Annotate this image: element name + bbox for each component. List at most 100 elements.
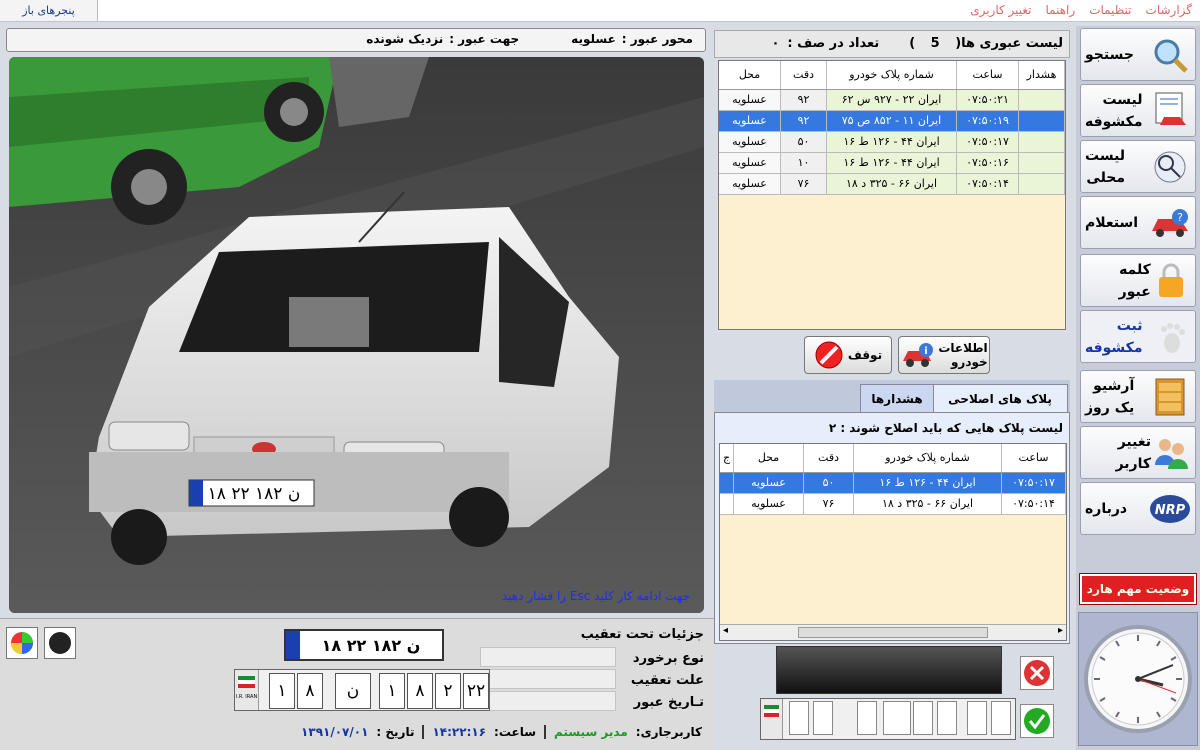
table-row[interactable]: ۰۷:۵۰:۱۶ ایران ۴۴ - ۱۲۶ ط ۱۶ ۱۰ عسلویه	[719, 152, 1065, 174]
reason-field[interactable]	[480, 669, 616, 689]
col-location[interactable]: محل	[719, 61, 781, 90]
archive-cabinet-icon	[1149, 376, 1191, 418]
svg-text:۱۸ ن ۱۸۲ ۲۲: ۱۸ ن ۱۸۲ ۲۲	[208, 484, 301, 504]
table-row[interactable]: ۰۷:۵۰:۱۴ ایران ۶۶ - ۳۲۵ د ۱۸ ۷۶ عسلویه	[719, 173, 1065, 195]
transit-list-grid: هشدار ساعت شماره پلاک خودرو دقت محل ۰۷:۵…	[718, 60, 1066, 330]
direction-value: نزدیک شونده	[366, 32, 444, 46]
col-time[interactable]: ساعت	[1001, 444, 1066, 473]
plate-preview	[776, 646, 1002, 694]
transit-header-row: هشدار ساعت شماره پلاک خودرو دقت محل	[719, 61, 1065, 90]
queue-value: ۰	[771, 36, 780, 51]
direction-label: جهت عبور :	[449, 32, 520, 46]
menu-settings[interactable]: تنظیمات	[1089, 3, 1131, 17]
correction-char-7[interactable]	[813, 701, 833, 735]
plate-char-4[interactable]: ۱	[379, 673, 405, 709]
correction-char-4[interactable]	[913, 701, 933, 735]
encounter-field[interactable]	[480, 647, 616, 667]
table-row-selected[interactable]: ۰۷:۵۰:۱۷ ایران ۴۴ - ۱۲۶ ط ۱۶ ۵۰ عسلویه	[720, 472, 1066, 494]
sidebar-item-archive[interactable]: آرشیو یک روز	[1080, 370, 1196, 423]
correction-list-grid: ساعت شماره پلاک خودرو دقت محل ج ۰۷:۵۰:۱۷…	[719, 443, 1067, 641]
tab-corrections[interactable]: پلاک های اصلاحی	[932, 384, 1068, 412]
camera-image: ۱۸ ن ۱۸۲ ۲۲ جهت ادامه کار کلید Esc را فش…	[9, 57, 704, 613]
col-location[interactable]: محل	[733, 444, 804, 473]
lock-icon	[1151, 260, 1191, 302]
disk-status-alert[interactable]: وضعیت مهم هارد	[1079, 573, 1197, 605]
checkmark-icon	[1024, 708, 1050, 734]
car-photo-icon: ۱۸ ن ۱۸۲ ۲۲	[9, 57, 704, 613]
iran-flag-strip	[761, 699, 783, 739]
menu-change-user[interactable]: تغییر کاربری	[970, 3, 1031, 17]
table-row[interactable]: ۰۷:۵۰:۱۴ ایران ۶۶ - ۳۲۵ د ۱۸ ۷۶ عسلویه	[720, 493, 1066, 515]
queue-label: تعداد در صف :	[787, 36, 880, 51]
col-plate[interactable]: شماره پلاک خودرو	[826, 61, 957, 90]
col-plate[interactable]: شماره پلاک خودرو	[853, 444, 1002, 473]
table-row-selected[interactable]: ۰۷:۵۰:۱۹ ایران ۱۱ - ۸۵۲ ص ۷۵ ۹۲ عسلویه	[719, 110, 1065, 132]
correction-list-title: لیست پلاک هایی که باید اصلاح شوند : ۲	[828, 421, 1063, 435]
correction-char-2[interactable]	[967, 701, 987, 735]
scrollbar-thumb[interactable]	[798, 627, 988, 638]
top-menu-bar: پنجرهای باز گزارشات تنظیمات راهنما تغییر…	[0, 0, 1200, 22]
sidebar-item-change-user[interactable]: تغییر کاربر	[1080, 426, 1196, 479]
tab-alerts[interactable]: هشدارها	[860, 384, 934, 412]
menu-help[interactable]: راهنما	[1046, 3, 1076, 17]
color-mode-button[interactable]	[6, 627, 38, 659]
status-bar: کاربرجاری: مدیر سیستم ساعت: ۱۴:۲۲:۱۶ تار…	[301, 725, 702, 739]
correction-char-1[interactable]	[991, 701, 1011, 735]
svg-text:i: i	[925, 346, 928, 357]
clock-panel	[1078, 612, 1198, 746]
plate-char-letter[interactable]: ن	[335, 673, 371, 709]
col-extra[interactable]: ج	[720, 444, 734, 473]
footprint-icon	[1149, 316, 1191, 358]
vehicle-info-button[interactable]: اطلاعات خودرو i	[898, 336, 990, 374]
transit-close-paren: )	[909, 36, 916, 51]
mono-mode-button[interactable]	[44, 627, 76, 659]
transit-list-header: لیست عبوری ها( 5 ) تعداد در صف : ۰	[714, 30, 1070, 58]
reject-button[interactable]	[1020, 656, 1054, 690]
time-label: ساعت:	[494, 725, 537, 739]
date-status-value: ۱۳۹۱/۰۷/۰۱	[301, 725, 369, 739]
correction-char-letter[interactable]	[883, 701, 911, 735]
col-accuracy[interactable]: دقت	[780, 61, 827, 90]
plate-char-2[interactable]: ۲	[435, 673, 461, 709]
document-car-icon	[1149, 90, 1191, 132]
correction-char-3[interactable]	[937, 701, 957, 735]
plate-crop: ۱۸ ن ۱۸۲ ۲۲	[284, 629, 444, 661]
col-alert[interactable]: هشدار	[1018, 61, 1065, 90]
correction-char-6[interactable]	[857, 701, 877, 735]
close-icon	[1024, 660, 1050, 686]
col-accuracy[interactable]: دقت	[803, 444, 854, 473]
details-title: جزئیات تحت تعقیب	[580, 627, 704, 642]
table-row[interactable]: ۰۷:۵۰:۱۷ ایران ۴۴ - ۱۲۶ ط ۱۶ ۵۰ عسلویه	[719, 131, 1065, 153]
plate-char-3[interactable]: ۸	[407, 673, 433, 709]
black-circle-icon	[49, 632, 71, 654]
sidebar-item-search[interactable]: جستجو	[1080, 28, 1196, 81]
scroll-left-icon[interactable]: ◂	[723, 625, 728, 636]
confirm-button[interactable]	[1020, 704, 1054, 738]
sidebar-item-about[interactable]: NRP درباره	[1080, 482, 1196, 535]
svg-text:?: ?	[1177, 211, 1183, 224]
open-windows-button[interactable]: پنجرهای باز	[0, 0, 98, 21]
date-label: تـاریخ عبور	[633, 695, 704, 710]
plate-char-7[interactable]: ۱	[269, 673, 295, 709]
table-row[interactable]: ۰۷:۵۰:۲۱ ایران ۲۲ - ۹۲۷ س ۶۲ ۹۲ عسلویه	[719, 89, 1065, 111]
plate-entry: I.R. IRAN ۲۲ ۲ ۸ ۱ ن ۸ ۱	[234, 669, 490, 711]
sidebar-item-found-list[interactable]: لیست مکشوفه	[1080, 84, 1196, 137]
horizontal-scrollbar[interactable]: ◂ ▸	[720, 624, 1066, 640]
sidebar-item-inquiry[interactable]: ? استعلام	[1080, 196, 1196, 249]
col-time[interactable]: ساعت	[956, 61, 1019, 90]
plate-char-1[interactable]: ۲۲	[463, 673, 489, 709]
axis-value: عسلویه	[571, 32, 616, 46]
correction-char-8[interactable]	[789, 701, 809, 735]
date-field[interactable]	[480, 691, 616, 711]
analog-clock-icon	[1084, 625, 1192, 733]
sidebar-item-register-found[interactable]: ثبت مکشوفه	[1080, 310, 1196, 363]
plate-char-6[interactable]: ۸	[297, 673, 323, 709]
stop-icon	[815, 341, 843, 369]
sidebar-item-password[interactable]: کلمه عبور	[1080, 254, 1196, 307]
color-toggle-group	[6, 627, 76, 659]
stop-button[interactable]: توقف	[804, 336, 892, 374]
scroll-right-icon[interactable]: ▸	[1058, 625, 1063, 636]
menu-reports[interactable]: گزارشات	[1146, 3, 1192, 17]
sidebar-item-local-list[interactable]: لیست محلی	[1080, 140, 1196, 193]
color-wheel-icon	[11, 632, 33, 654]
